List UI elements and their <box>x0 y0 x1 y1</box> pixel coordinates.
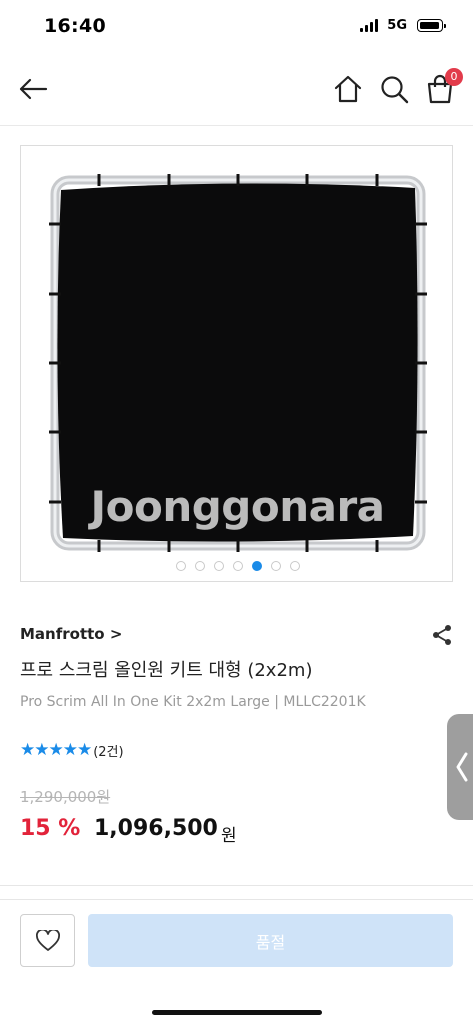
carousel-indicator <box>21 561 454 571</box>
watermark: Joonggonara <box>90 482 385 531</box>
cart-count-badge: 0 <box>445 68 463 86</box>
carousel-dot[interactable] <box>232 561 243 571</box>
share-icon <box>433 625 451 645</box>
home-indicator <box>152 1010 322 1015</box>
side-panel-handle[interactable] <box>447 714 473 820</box>
carousel-dot[interactable] <box>289 561 300 571</box>
back-arrow-icon <box>19 78 48 100</box>
currency-unit: 원 <box>221 826 237 846</box>
sale-price: 1,096,500 <box>94 816 218 841</box>
battery-icon <box>417 19 446 32</box>
status-bar: 16:40 5G <box>0 0 473 52</box>
chevron-left-icon <box>456 752 468 782</box>
rating[interactable]: ★★★★★ (2건) <box>20 740 124 760</box>
carousel-dot[interactable] <box>194 561 205 571</box>
product-title: 프로 스크림 올인원 키트 대형 (2x2m) <box>20 660 313 681</box>
search-button[interactable] <box>377 70 411 108</box>
home-icon <box>334 75 362 103</box>
heart-icon <box>35 929 60 951</box>
status-time: 16:40 <box>44 15 106 37</box>
bottom-action-bar: 품절 <box>0 899 473 984</box>
wishlist-button[interactable] <box>20 914 75 967</box>
carousel-dot[interactable] <box>213 561 224 571</box>
original-price: 1,290,000원 <box>20 788 111 806</box>
signal-icon <box>360 19 379 32</box>
brand-row: Manfrotto > <box>20 624 453 646</box>
section-divider <box>0 885 473 886</box>
carousel-dot[interactable] <box>251 561 262 571</box>
product-subtitle: Pro Scrim All In One Kit 2x2m Large | ML… <box>20 694 366 710</box>
back-button[interactable] <box>16 70 50 108</box>
share-button[interactable] <box>431 624 453 646</box>
search-icon <box>381 76 409 104</box>
review-count: (2건) <box>93 744 124 760</box>
discount-rate: 15 % <box>20 816 81 841</box>
product-image-gallery[interactable]: Joonggonara <box>20 145 453 582</box>
rating-stars: ★★★★★ <box>20 740 92 760</box>
soldout-button[interactable]: 품절 <box>88 914 453 967</box>
cart-button[interactable]: 0 <box>423 68 463 108</box>
carousel-dot[interactable] <box>175 561 186 571</box>
home-button[interactable] <box>331 70 365 108</box>
status-indicators: 5G <box>360 18 446 33</box>
network-type: 5G <box>387 18 407 33</box>
carousel-dot[interactable] <box>270 561 281 571</box>
brand-link[interactable]: Manfrotto > <box>20 625 122 643</box>
top-navigation: 0 <box>0 52 473 126</box>
